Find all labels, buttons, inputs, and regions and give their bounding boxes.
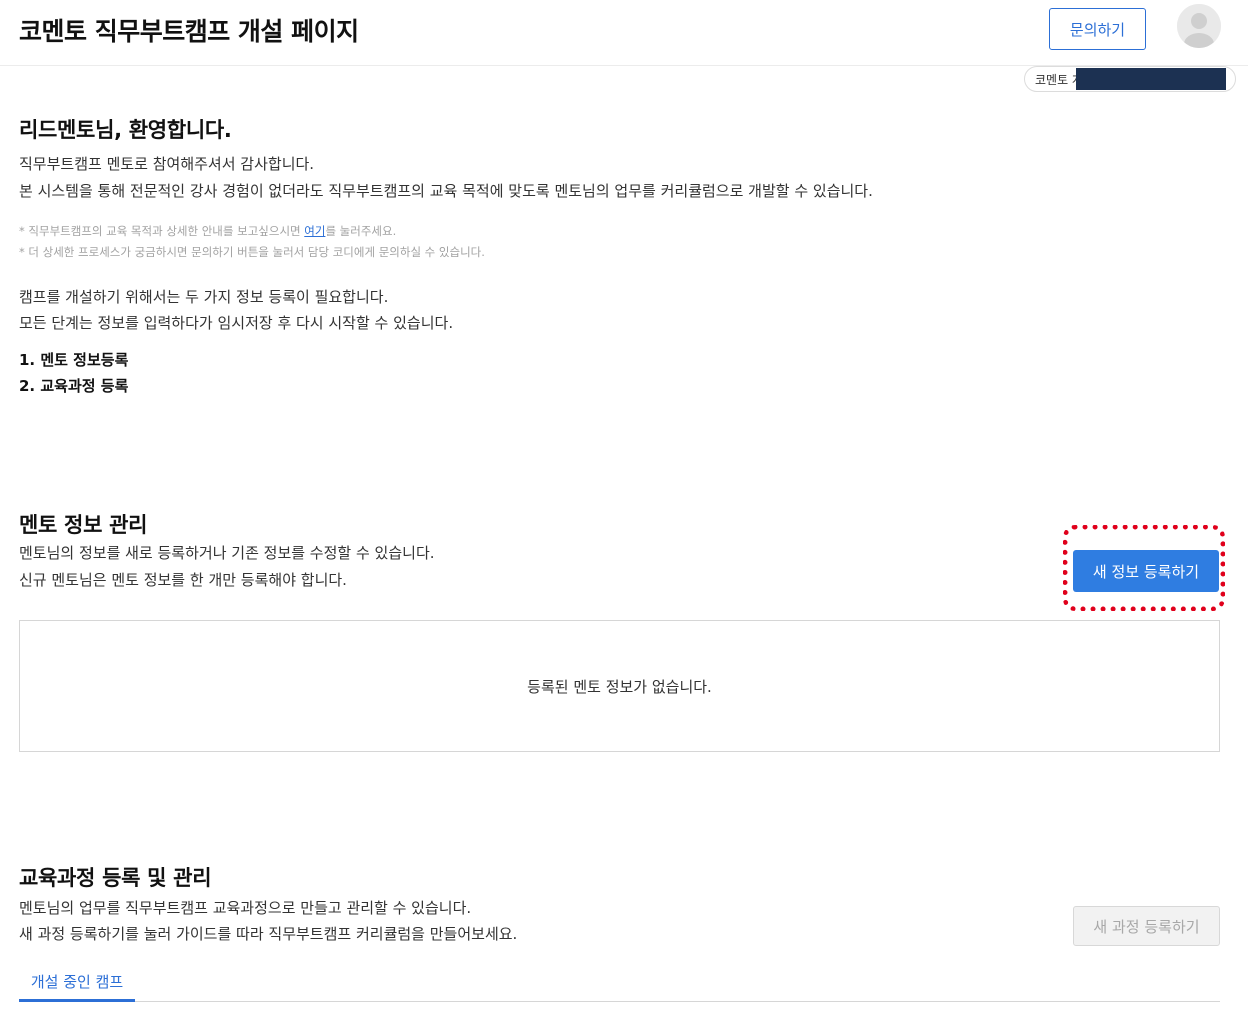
camp-tabs: 개설 중인 캠프 (19, 966, 1220, 1002)
tab-open-camps[interactable]: 개설 중인 캠프 (19, 966, 135, 1002)
mentor-section-title: 멘토 정보 관리 (19, 513, 148, 537)
avatar[interactable] (1177, 4, 1221, 48)
guide-note-prefix: * 직무부트캠프의 교육 목적과 상세한 안내를 보고싶으시면 (19, 224, 305, 238)
course-section-title: 교육과정 등록 및 관리 (19, 866, 212, 890)
info-text-2: 모든 단계는 정보를 입력하다가 임시저장 후 다시 시작할 수 있습니다. (19, 314, 454, 332)
step-item-mentor: 1. 멘토 정보등록 (19, 351, 129, 369)
mentor-list-empty: 등록된 멘토 정보가 없습니다. (19, 620, 1220, 752)
page-title: 코멘토 직무부트캠프 개설 페이지 (19, 17, 359, 46)
step-item-course: 2. 교육과정 등록 (19, 377, 129, 395)
welcome-text-2: 본 시스템을 통해 전문적인 강사 경험이 없더라도 직무부트캠프의 교육 목적… (19, 182, 873, 200)
empty-message: 등록된 멘토 정보가 없습니다. (527, 677, 712, 696)
page-header: 코멘토 직무부트캠프 개설 페이지 문의하기 (0, 0, 1248, 66)
mentor-desc-1: 멘토님의 정보를 새로 등록하거나 기존 정보를 수정할 수 있습니다. (19, 544, 435, 562)
mentor-desc-2: 신규 멘토님은 멘토 정보를 한 개만 등록해야 합니다. (19, 571, 347, 589)
contact-button[interactable]: 문의하기 (1049, 8, 1146, 50)
welcome-text-1: 직무부트캠프 멘토로 참여해주셔서 감사합니다. (19, 155, 315, 173)
guide-link[interactable]: 여기 (304, 224, 325, 238)
welcome-title: 리드멘토님, 환영합니다. (19, 118, 232, 142)
info-text-1: 캠프를 개설하기 위해서는 두 가지 정보 등록이 필요합니다. (19, 288, 389, 306)
guide-note: * 직무부트캠프의 교육 목적과 상세한 안내를 보고싶으시면 여기를 눌러주세… (19, 223, 396, 239)
contact-note: * 더 상세한 프로세스가 궁금하시면 문의하기 버튼을 눌러서 담당 코디에게… (19, 245, 485, 259)
course-desc-1: 멘토님의 업무를 직무부트캠프 교육과정으로 만들고 관리할 수 있습니다. (19, 899, 472, 917)
course-desc-2: 새 과정 등록하기를 눌러 가이드를 따라 직무부트캠프 커리큘럼을 만들어보세… (19, 925, 518, 943)
guide-note-suffix: 를 눌러주세요. (325, 224, 397, 238)
new-course-button[interactable]: 새 과정 등록하기 (1073, 906, 1220, 946)
user-icon (1177, 4, 1221, 48)
new-mentor-info-button[interactable]: 새 정보 등록하기 (1073, 550, 1219, 592)
account-redaction (1076, 68, 1226, 90)
